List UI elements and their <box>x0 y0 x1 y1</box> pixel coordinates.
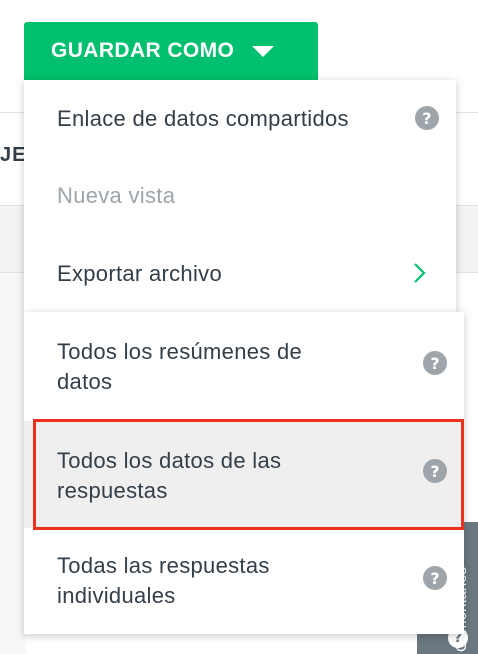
submenu-item-all-response-data[interactable]: Todos los datos de las respuestas ? <box>24 421 464 528</box>
label-line-2: individuales <box>57 583 176 608</box>
label-line-2: datos <box>57 369 113 394</box>
submenu-item-label: Todas las respuestas individuales <box>57 551 377 611</box>
export-submenu: Todos los resúmenes de datos ? Todos los… <box>24 312 464 634</box>
menu-item-label: Exportar archivo <box>57 260 222 286</box>
menu-item-export-file[interactable]: Exportar archivo <box>24 235 456 312</box>
submenu-item-label: Todos los datos de las respuestas <box>57 446 377 506</box>
menu-item-new-view: Nueva vista <box>24 157 456 234</box>
help-icon[interactable]: ? <box>423 351 447 375</box>
chevron-right-icon <box>414 263 426 283</box>
submenu-item-all-summaries[interactable]: Todos los resúmenes de datos ? <box>24 312 464 419</box>
label-line-1: Todos los resúmenes de <box>57 339 303 364</box>
menu-item-label: Nueva vista <box>57 182 176 208</box>
label-line-1: Todos los datos de las <box>57 448 282 473</box>
save-as-label: GUARDAR COMO <box>51 39 235 62</box>
save-as-menu: Enlace de datos compartidos ? Nueva vist… <box>24 80 456 312</box>
label-line-1: Todas las respuestas <box>57 553 270 578</box>
submenu-item-label: Todos los resúmenes de datos <box>57 337 377 397</box>
help-icon[interactable]: ? <box>423 566 447 590</box>
bg-left-panel <box>0 273 26 654</box>
caret-down-icon <box>252 45 275 57</box>
save-as-button[interactable]: GUARDAR COMO <box>24 22 318 80</box>
label-line-2: respuestas <box>57 478 168 503</box>
bg-tab-label[interactable]: JES <box>0 144 24 167</box>
menu-item-label: Enlace de datos compartidos <box>57 105 349 131</box>
submenu-item-individual-responses[interactable]: Todas las respuestas individuales ? <box>24 530 464 637</box>
help-icon[interactable]: ? <box>415 106 439 130</box>
menu-item-shared-data-link[interactable]: Enlace de datos compartidos ? <box>24 80 456 157</box>
help-icon[interactable]: ? <box>423 459 447 483</box>
